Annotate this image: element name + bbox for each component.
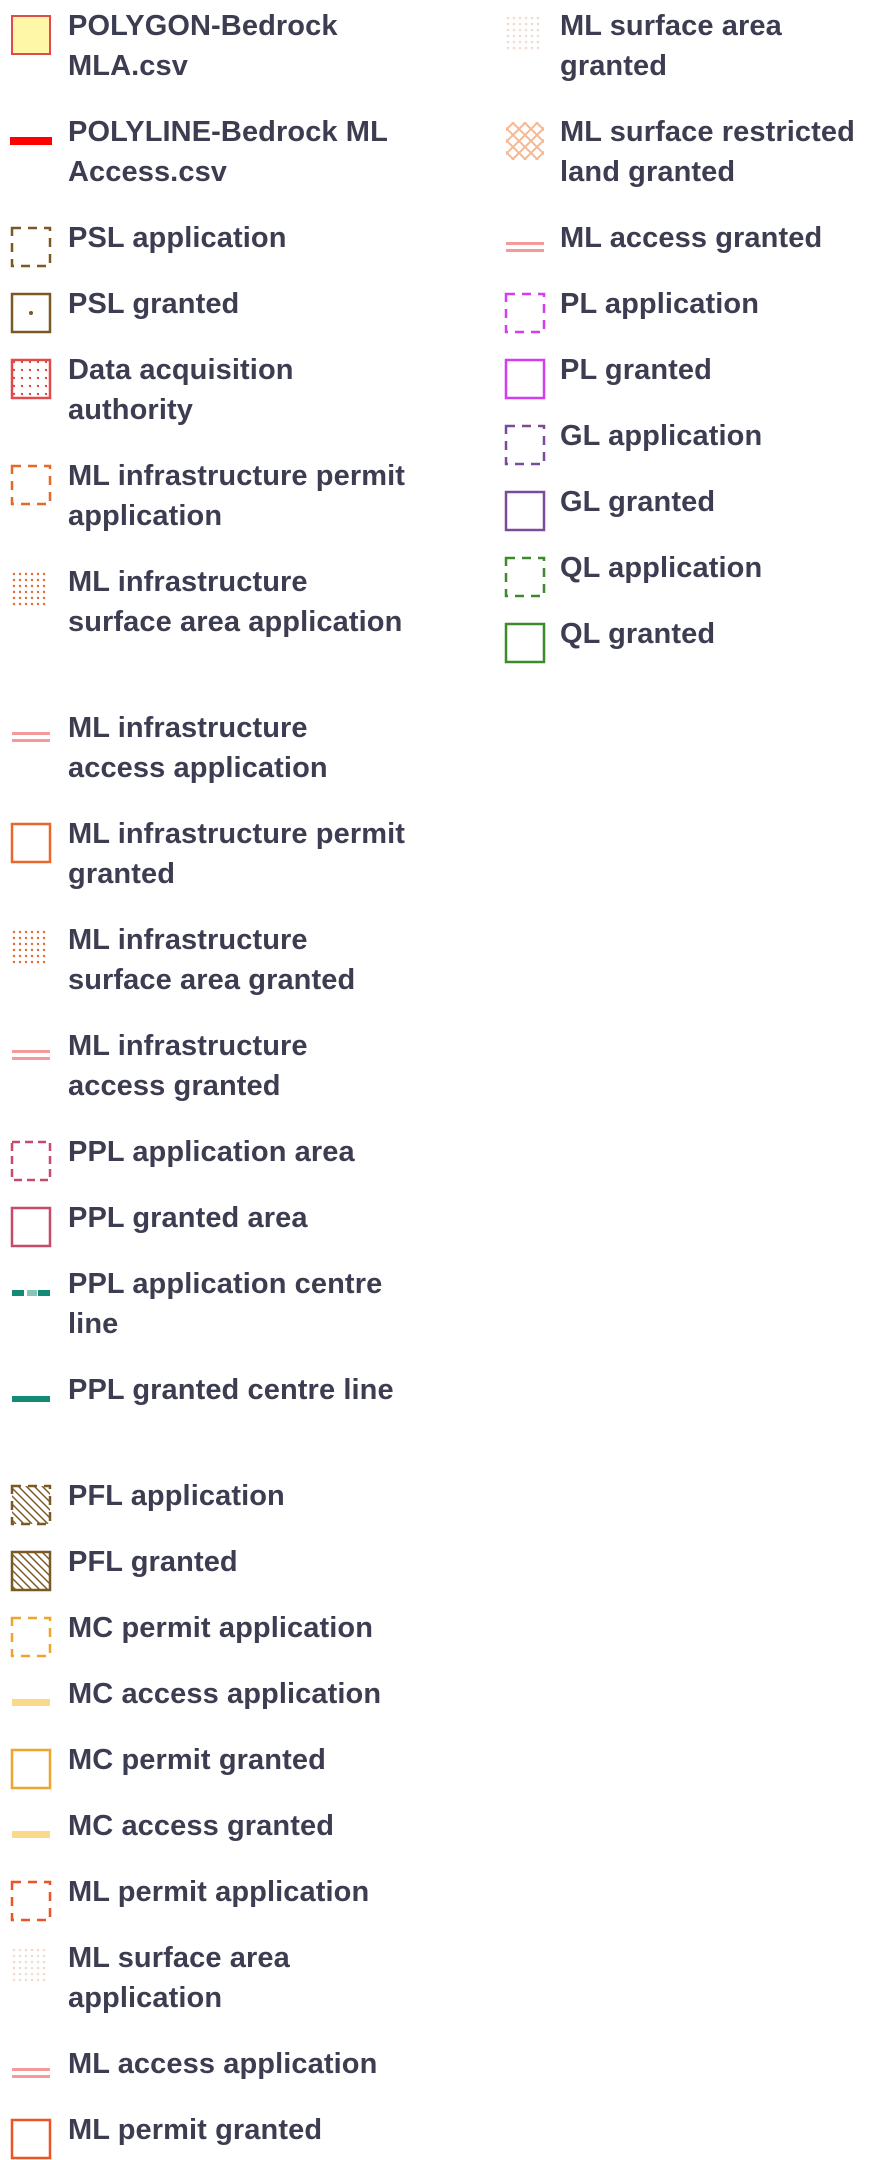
legend-item-label: ML access granted — [560, 222, 823, 254]
dash-brown-symbol-icon — [10, 226, 52, 268]
line-amber-symbol-icon — [10, 1682, 52, 1724]
line-teal-symbol-icon — [10, 1378, 52, 1420]
legend-item-label: PPL granted area — [68, 1202, 308, 1234]
legend-item-label: ML infrastructure permit application — [68, 460, 406, 532]
legend-item-label: ML infrastructure access granted — [68, 1030, 308, 1102]
legend-item-label: GL application — [560, 420, 763, 452]
legend-item-label: ML permit granted — [68, 2114, 323, 2146]
legend-item-label: PSL application — [68, 222, 287, 254]
solid-green-symbol-icon — [504, 622, 546, 664]
legend-item-label: MC permit granted — [68, 1744, 326, 1776]
legend-item-label: PPL application centre line — [68, 1268, 383, 1340]
legend-item-label: PPL granted centre line — [68, 1374, 394, 1406]
legend-item-label: ML surface restricted land granted — [560, 116, 855, 188]
dash-magenta-symbol-icon — [504, 292, 546, 334]
line-pink-double-symbol-icon — [504, 226, 546, 268]
solid-purple-symbol-icon — [504, 490, 546, 532]
dots-orange-symbol-icon — [10, 928, 52, 970]
solid-magenta-symbol-icon — [504, 358, 546, 400]
hatch-brown-dash-symbol-icon — [10, 1484, 52, 1526]
line-pink-double-symbol-icon — [10, 1034, 52, 1076]
solid-orange-red-symbol-icon — [10, 2118, 52, 2160]
legend-item-label: POLYGON-Bedrock MLA.csv — [68, 10, 338, 82]
legend-item-label: ML surface area application — [68, 1942, 290, 2014]
line-pink-double-symbol-icon — [10, 2052, 52, 2094]
solid-orange-symbol-icon — [10, 822, 52, 864]
hatch-brown-symbol-icon — [10, 1550, 52, 1592]
line-pink-double-symbol-icon — [10, 716, 52, 758]
dash-green-symbol-icon — [504, 556, 546, 598]
dots-faint-symbol-icon — [10, 1946, 52, 1988]
legend-item-label: ML surface area granted — [560, 10, 782, 82]
legend-item-label: PFL application — [68, 1480, 285, 1512]
legend-item-label: PPL application area — [68, 1136, 355, 1168]
legend-item-label: GL granted — [560, 486, 716, 518]
dash-amber-symbol-icon — [10, 1616, 52, 1658]
poly-yellow-fill-symbol-icon — [10, 14, 52, 56]
dash-purple-symbol-icon — [504, 424, 546, 466]
legend-item-label: ML infrastructure access application — [68, 712, 328, 784]
legend-item-label: ML infrastructure permit granted — [68, 818, 406, 890]
legend-item-label: Data acquisition authority — [68, 354, 294, 426]
dash-orange-symbol-icon — [10, 464, 52, 506]
legend-item-label: PL granted — [560, 354, 712, 386]
legend-item-label: ML infrastructure surface area applicati… — [68, 566, 403, 638]
dash-rose-symbol-icon — [10, 1140, 52, 1182]
legend-item-label: ML infrastructure surface area granted — [68, 924, 356, 996]
legend-item-label: PL application — [560, 288, 760, 320]
solid-brown-dot-symbol-icon — [10, 292, 52, 334]
legend-item-label: POLYLINE-Bedrock ML Access.csv — [68, 116, 388, 188]
legend-item-label: PFL granted — [68, 1546, 238, 1578]
line-amber-symbol-icon — [10, 1814, 52, 1856]
line-teal-dash-symbol-icon — [10, 1272, 52, 1314]
solid-amber-symbol-icon — [10, 1748, 52, 1790]
dots-faint-symbol-icon — [504, 14, 546, 56]
legend-item-label: ML access application — [68, 2048, 378, 2080]
legend-item-label: ML permit application — [68, 1876, 370, 1908]
dots-red-symbol-icon — [10, 358, 52, 400]
solid-rose-symbol-icon — [10, 1206, 52, 1248]
legend-item-label: MC access granted — [68, 1810, 335, 1842]
crosshatch-peach-symbol-icon — [504, 120, 546, 162]
legend-item-label: QL granted — [560, 618, 716, 650]
legend-item-label: MC permit application — [68, 1612, 374, 1644]
legend-item-label: PSL granted — [68, 288, 240, 320]
legend-item-label: MC access application — [68, 1678, 382, 1710]
legend-item-label: QL application — [560, 552, 763, 584]
dots-orange-symbol-icon — [10, 570, 52, 612]
line-red-symbol-icon — [10, 120, 52, 162]
dash-orange-red-symbol-icon — [10, 1880, 52, 1922]
